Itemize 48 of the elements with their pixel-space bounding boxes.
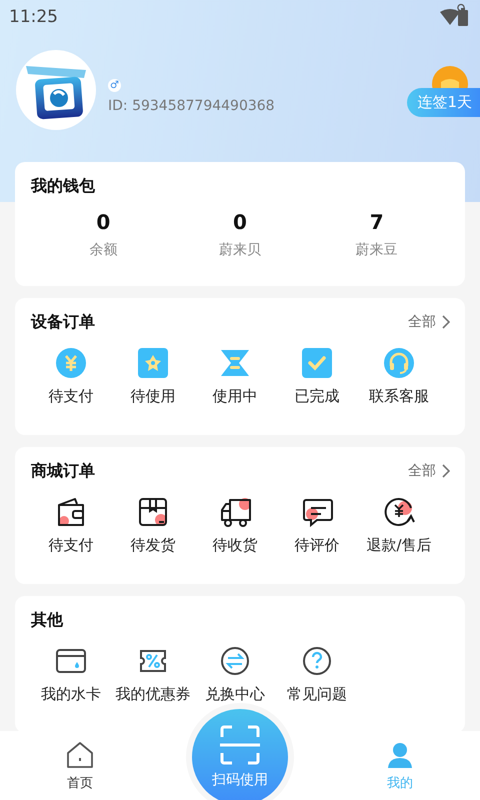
- gender-icon: ♂: [108, 78, 121, 92]
- stat-label: 余额: [89, 241, 118, 259]
- wallet-title: 我的钱包: [31, 176, 96, 196]
- truck-icon: [219, 496, 251, 528]
- menu-item[interactable]: 已完成: [276, 347, 358, 406]
- user-id: ID: 5934587794490368: [108, 98, 275, 114]
- wallet-icon: [55, 496, 87, 528]
- view-all-link[interactable]: 全部: [408, 313, 450, 331]
- chevron-right-icon: [442, 315, 450, 329]
- view-all-link[interactable]: 全部: [408, 462, 450, 480]
- hourglass-icon: [219, 347, 251, 379]
- question-icon: [301, 645, 333, 677]
- section-title: 商城订单: [31, 460, 96, 482]
- chevron-right-icon: [442, 464, 450, 478]
- scan-icon: [220, 725, 260, 765]
- stat-value: 7: [370, 210, 384, 234]
- person-icon: [386, 741, 414, 769]
- menu-item[interactable]: 我的水卡: [30, 645, 112, 704]
- wifi-icon: [440, 9, 460, 25]
- stat-label: 蔚来贝: [218, 241, 261, 259]
- status-time: 11:25: [9, 7, 58, 27]
- checkmark-square-icon: [301, 347, 333, 379]
- battery-icon: [458, 8, 468, 26]
- menu-item[interactable]: 待支付: [30, 496, 112, 555]
- refund-circle-icon: [383, 496, 415, 528]
- menu-item[interactable]: 我的优惠券: [112, 645, 194, 704]
- stat-value: 0: [96, 210, 110, 234]
- menu-item[interactable]: 待使用: [112, 347, 194, 406]
- tab[interactable]: 首页: [0, 731, 160, 800]
- menu-item[interactable]: 待收货: [194, 496, 276, 555]
- home-icon: [66, 741, 94, 769]
- menu-item[interactable]: 退款/售后: [358, 496, 440, 555]
- exchange-icon: [219, 645, 251, 677]
- menu-item[interactable]: 联系客服: [358, 347, 440, 406]
- menu-item[interactable]: 待支付: [30, 347, 112, 406]
- yen-circle-icon: [55, 347, 87, 379]
- chat-bubble-icon: [301, 496, 333, 528]
- headset-icon: [383, 347, 415, 379]
- menu-item[interactable]: 使用中: [194, 347, 276, 406]
- menu-item[interactable]: 待评价: [276, 496, 358, 555]
- menu-item[interactable]: 兑换中心: [194, 645, 276, 704]
- stat-value: 0: [233, 210, 247, 234]
- package-icon: [137, 496, 169, 528]
- stat-label: 蔚来豆: [356, 241, 398, 259]
- menu-item[interactable]: 待发货: [112, 496, 194, 555]
- section-title: 设备订单: [31, 312, 96, 332]
- section-title: 其他: [31, 610, 64, 630]
- menu-item[interactable]: 常见问题: [276, 645, 358, 704]
